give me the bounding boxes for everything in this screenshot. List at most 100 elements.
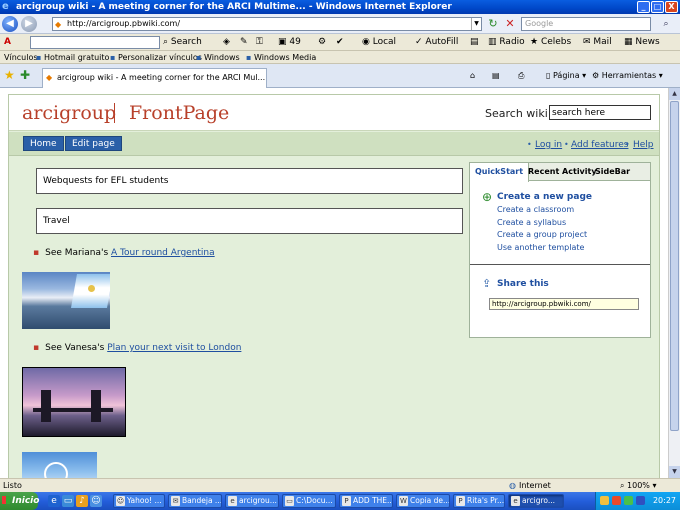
messenger-quicklaunch-icon[interactable]: ☺ [90, 495, 102, 507]
argentina-photo [22, 272, 110, 329]
zoom-level[interactable]: ⌕ 100% ▾ [620, 479, 656, 492]
ie-quicklaunch-icon[interactable]: e [48, 495, 60, 507]
favorites-star-icon[interactable]: ★ [4, 68, 15, 82]
page-icon: ▪ [110, 53, 116, 62]
bridge-shape [33, 408, 113, 412]
page-icon: ▪ [36, 53, 42, 62]
add-page-icon: ⊕ [482, 190, 493, 204]
tools-menu[interactable]: ⚙ Herramientas ▾ [592, 69, 663, 83]
scroll-up-icon[interactable]: ▲ [669, 88, 680, 100]
task-bandeja[interactable]: ✉ Bandeja ... [168, 494, 222, 508]
wiki-logo[interactable]: arcigroup [22, 101, 116, 125]
toolbar-celebs[interactable]: ★ Celebs [530, 34, 571, 51]
system-tray: 20:27 [595, 492, 680, 510]
toolbar-radio[interactable]: ▥ Radio [488, 34, 525, 51]
use-template-link[interactable]: Use another template [497, 243, 584, 252]
task-arcigroup-2[interactable]: e arcigro... [508, 494, 564, 508]
search-wiki-input[interactable] [549, 105, 651, 120]
messenger-icon[interactable] [636, 496, 645, 505]
link-windows[interactable]: ▪ Windows [196, 51, 240, 64]
ppt-icon: P [342, 496, 351, 506]
start-button[interactable]: Inicio [0, 492, 39, 510]
check-icon[interactable]: ✔ [336, 34, 344, 51]
scroll-thumb[interactable] [670, 101, 679, 431]
tab-row: ★ ✚ ◆ arcigroup wiki - A meeting corner … [0, 64, 680, 88]
toolbar-search-button[interactable]: ⌕ Search [163, 34, 202, 51]
toolbar-mail[interactable]: ✉ Mail [583, 34, 612, 51]
media-quicklaunch-icon[interactable]: ♪ [76, 495, 88, 507]
help-link[interactable]: Help [633, 140, 654, 150]
volume-icon[interactable] [624, 496, 633, 505]
gear-icon[interactable]: ⚙ [318, 34, 326, 51]
minimize-button[interactable]: _ [637, 1, 650, 13]
search-icon[interactable]: ⌕ [655, 17, 677, 31]
toolbar-search-input[interactable] [30, 36, 160, 49]
link-personalizar[interactable]: ▪ Personalizar vínculos [110, 51, 202, 64]
task-add-the[interactable]: P ADD THE... [339, 494, 393, 508]
ferris-wheel-shape [44, 462, 68, 478]
wiki-header: arcigroup FrontPage Search wiki: [9, 95, 659, 131]
address-input[interactable]: ◆ http://arcigroup.pbwiki.com/ ▼ [52, 17, 482, 31]
toolbar-autofill[interactable]: ✓ AutoFill [415, 34, 458, 51]
clock: 20:27 [652, 496, 676, 505]
wiki-page: arcigroup FrontPage Search wiki: Home Ed… [8, 94, 660, 478]
task-ritas[interactable]: P Rita's Pr... [453, 494, 505, 508]
toolbar-count[interactable]: ▣ 49 [278, 34, 301, 51]
scroll-down-icon[interactable]: ▼ [669, 466, 680, 478]
google-search-input[interactable]: Google [521, 17, 651, 31]
print-icon[interactable]: ⎙ [518, 69, 524, 83]
key-icon[interactable]: ⚿ [256, 34, 263, 51]
close-button[interactable]: X [665, 1, 678, 13]
tab-sidebar[interactable]: SideBar [590, 163, 635, 181]
page-viewport: arcigroup FrontPage Search wiki: Home Ed… [0, 88, 668, 478]
argentina-link[interactable]: A Tour round Argentina [111, 248, 215, 258]
feeds-icon[interactable]: ▤ [492, 69, 500, 83]
create-syllabus-link[interactable]: Create a syllabus [497, 218, 566, 227]
sky-photo [22, 452, 97, 478]
refresh-icon[interactable]: ↻ [486, 17, 500, 31]
back-button[interactable]: ◀ [2, 16, 18, 32]
list-item: ▪ See Vanesa's Plan your next visit to Lo… [33, 343, 242, 353]
login-link[interactable]: Log in [535, 140, 562, 150]
stop-icon[interactable]: ✕ [503, 17, 517, 31]
maximize-button[interactable]: □ [651, 1, 664, 13]
bullet-icon: ▪ [33, 343, 40, 353]
network-icon[interactable] [600, 496, 609, 505]
add-favorite-icon[interactable]: ✚ [20, 68, 30, 82]
london-link[interactable]: Plan your next visit to London [107, 343, 241, 353]
forward-button[interactable]: ▶ [21, 16, 37, 32]
create-group-project-link[interactable]: Create a group project [497, 230, 587, 239]
toolbar-news[interactable]: ▦ News [624, 34, 660, 51]
word-icon: W [399, 496, 408, 506]
vertical-scrollbar[interactable]: ▲ ▼ [668, 88, 680, 478]
task-documents[interactable]: ▭ C:\Docu... [282, 494, 336, 508]
address-dropdown-icon[interactable]: ▼ [471, 18, 481, 30]
add-features-link[interactable]: Add features [571, 140, 628, 150]
create-page-link[interactable]: Create a new page [497, 192, 592, 202]
tab-arcigroup[interactable]: ◆ arcigroup wiki - A meeting corner for … [42, 68, 267, 88]
page-icon: ◆ [55, 20, 62, 29]
task-arcigroup-1[interactable]: e arcigrou... [225, 494, 279, 508]
edit-page-button[interactable]: Edit page [65, 136, 122, 151]
shield-icon[interactable]: ◈ [223, 34, 230, 51]
link-windows-media[interactable]: ▪ Windows Media [246, 51, 316, 64]
desktop-quicklaunch-icon[interactable]: ▭ [62, 495, 74, 507]
tab-quickstart[interactable]: QuickStart [470, 163, 530, 182]
share-this-title: Share this [497, 279, 549, 289]
toolbar-logo-icon[interactable]: A [4, 34, 11, 51]
task-copia[interactable]: W Copia de... [396, 494, 450, 508]
antivirus-icon[interactable] [612, 496, 621, 505]
home-icon[interactable]: ⌂ [470, 69, 475, 83]
status-text: Listo [3, 481, 22, 490]
task-yahoo[interactable]: ☺ Yahoo! ... [113, 494, 165, 508]
sun-shape [88, 285, 95, 292]
toolbar-local[interactable]: ◉ Local [362, 34, 396, 51]
share-url-field[interactable]: http://arcigroup.pbwiki.com/ [489, 298, 639, 310]
page-icon: ◆ [46, 73, 53, 82]
home-button[interactable]: Home [23, 136, 64, 151]
page-menu[interactable]: ▯ Página ▾ [546, 69, 586, 83]
pencil-icon[interactable]: ✎ [240, 34, 248, 51]
tv-icon[interactable]: ▤ [470, 34, 479, 51]
create-classroom-link[interactable]: Create a classroom [497, 205, 574, 214]
link-hotmail[interactable]: ▪ Hotmail gratuito [36, 51, 109, 64]
